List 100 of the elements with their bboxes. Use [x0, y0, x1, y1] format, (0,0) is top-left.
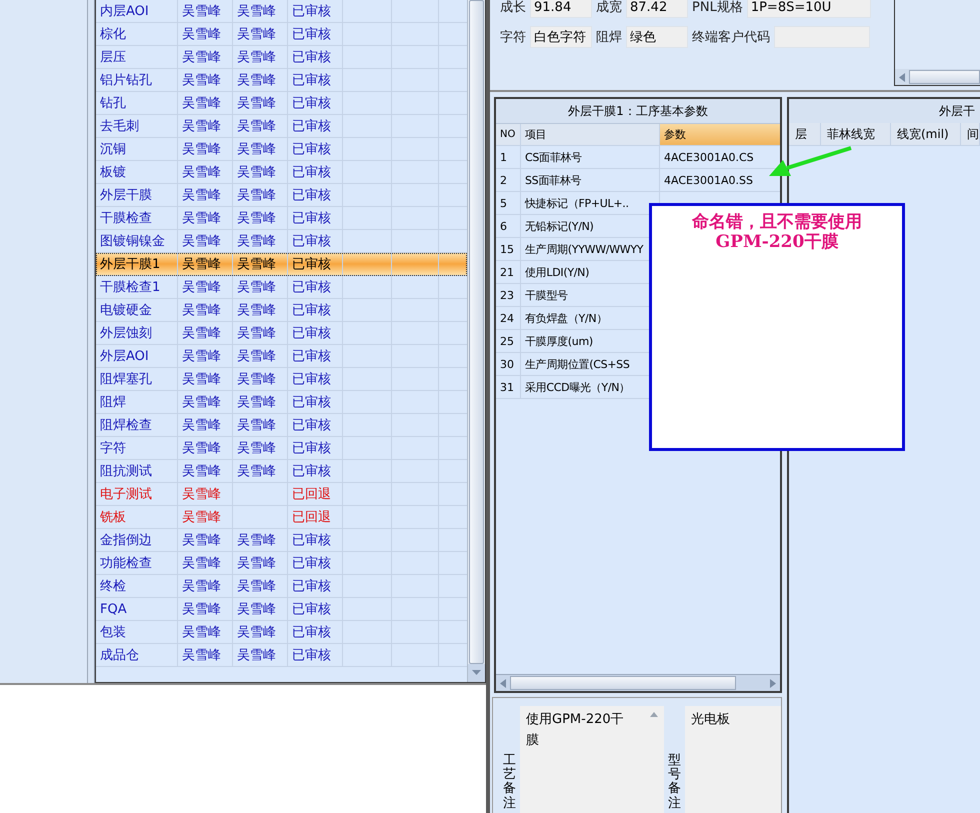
splitter-handle[interactable]	[88, 0, 95, 683]
column-header[interactable]: 间	[961, 123, 980, 145]
scroll-thumb[interactable]	[909, 70, 980, 84]
table-cell: 已审核	[288, 345, 343, 367]
table-row[interactable]: 金指倒边 吴雪峰 吴雪峰 已审核	[96, 529, 467, 552]
table-cell: 外层蚀刻	[96, 322, 178, 344]
table-cell: 吴雪峰	[178, 46, 233, 68]
table-cell: 已审核	[288, 552, 343, 574]
table-cell: 吴雪峰	[178, 299, 233, 321]
table-cell: 21	[496, 261, 521, 283]
table-cell: 已审核	[288, 92, 343, 114]
table-cell: 吴雪峰	[178, 414, 233, 436]
table-cell: 吴雪峰	[233, 299, 288, 321]
table-cell: 外层AOI	[96, 345, 178, 367]
input-field[interactable]: 1P=8S=10U	[746, 0, 871, 18]
table-row[interactable]: 棕化 吴雪峰 吴雪峰 已审核	[96, 23, 467, 46]
table-cell: 外层干膜	[96, 184, 178, 206]
table-cell: 电镀硬金	[96, 299, 178, 321]
table-cell: 已审核	[288, 437, 343, 459]
table-row[interactable]: 外层干膜 吴雪峰 吴雪峰 已审核	[96, 184, 467, 207]
table-cell: 吴雪峰	[233, 207, 288, 229]
table-cell: 吴雪峰	[233, 46, 288, 68]
table-cell: 1	[496, 146, 521, 168]
table-row[interactable]: 层压 吴雪峰 吴雪峰 已审核	[96, 46, 467, 69]
table-cell: 已审核	[288, 230, 343, 252]
table-cell: 吴雪峰	[233, 322, 288, 344]
table-cell: 吴雪峰	[233, 391, 288, 413]
column-header[interactable]: 线宽(mil)	[891, 123, 961, 145]
table-cell: 干膜检查	[96, 207, 178, 229]
scroll-thumb[interactable]	[510, 676, 736, 690]
table-row[interactable]: 阻焊检查 吴雪峰 吴雪峰 已审核	[96, 414, 467, 437]
table-cell: 已审核	[288, 0, 343, 22]
table-cell: 吴雪峰	[233, 368, 288, 390]
table-row[interactable]: 包装 吴雪峰 吴雪峰 已审核	[96, 621, 467, 644]
scrollbar[interactable]	[467, 0, 485, 682]
table-cell: 已回退	[288, 483, 343, 505]
table-row[interactable]: 功能检查 吴雪峰 吴雪峰 已审核	[96, 552, 467, 575]
table-cell: 吴雪峰	[178, 552, 233, 574]
table-row[interactable]: 成品仓 吴雪峰 吴雪峰 已审核	[96, 644, 467, 667]
up-arrow-icon	[650, 712, 658, 717]
scrollbar[interactable]	[496, 674, 780, 691]
table-cell: 吴雪峰	[178, 598, 233, 620]
table-row[interactable]: 字符 吴雪峰 吴雪峰 已审核	[96, 437, 467, 460]
table-row[interactable]: 电镀硬金 吴雪峰 吴雪峰 已审核	[96, 299, 467, 322]
table-row[interactable]: 铝片钻孔 吴雪峰 吴雪峰 已审核	[96, 69, 467, 92]
table-cell: 已审核	[288, 529, 343, 551]
table-cell: 吴雪峰	[178, 575, 233, 597]
table-cell: 已审核	[288, 115, 343, 137]
table-cell: 25	[496, 330, 521, 352]
table-row[interactable]: 铣板 吴雪峰 已回退	[96, 506, 467, 529]
table-cell: 吴雪峰	[178, 345, 233, 367]
table-cell: 吴雪峰	[233, 345, 288, 367]
scroll-down-button[interactable]	[468, 664, 485, 682]
input-field[interactable]: 白色字符	[530, 26, 592, 48]
input-field[interactable]: 87.42	[626, 0, 688, 18]
field-label: 成宽	[596, 0, 622, 16]
column-header[interactable]: 参数	[660, 124, 780, 145]
table-row[interactable]: 钻孔 吴雪峰 吴雪峰 已审核	[96, 92, 467, 115]
table-cell: 吴雪峰	[233, 414, 288, 436]
table-row[interactable]: 干膜检查1 吴雪峰 吴雪峰 已审核	[96, 276, 467, 299]
scroll-thumb[interactable]	[469, 0, 484, 664]
table-row[interactable]: 阻焊 吴雪峰 吴雪峰 已审核	[96, 391, 467, 414]
text-area[interactable]: 使用GPM-220干膜	[520, 706, 664, 813]
table-cell: 阻焊	[96, 391, 178, 413]
table-cell: 阻焊检查	[96, 414, 178, 436]
column-header[interactable]: 层	[789, 123, 821, 145]
table-cell: 已审核	[288, 69, 343, 91]
table-row[interactable]: 干膜检查 吴雪峰 吴雪峰 已审核	[96, 207, 467, 230]
table-cell: 6	[496, 215, 521, 237]
table-row[interactable]: 电子测试 吴雪峰 已回退	[96, 483, 467, 506]
input-field[interactable]: 绿色	[626, 26, 688, 48]
table-row[interactable]: 沉铜 吴雪峰 吴雪峰 已审核	[96, 138, 467, 161]
table-cell: 电子测试	[96, 483, 178, 505]
field-label: 字符	[500, 29, 526, 46]
table-row[interactable]: 外层AOI 吴雪峰 吴雪峰 已审核	[96, 345, 467, 368]
table-cell: 吴雪峰	[178, 276, 233, 298]
table-cell: 已审核	[288, 138, 343, 160]
table-row[interactable]: 阻抗测试 吴雪峰 吴雪峰 已审核	[96, 460, 467, 483]
table-row[interactable]: 去毛刺 吴雪峰 吴雪峰 已审核	[96, 115, 467, 138]
column-header[interactable]: NO	[496, 124, 521, 145]
table-cell: 阻焊塞孔	[96, 368, 178, 390]
column-header[interactable]: 菲林线宽	[821, 123, 891, 145]
table-row[interactable]: 阻焊塞孔 吴雪峰 吴雪峰 已审核	[96, 368, 467, 391]
scrollbar[interactable]	[895, 69, 980, 85]
table-row[interactable]: 外层干膜1 吴雪峰 吴雪峰 已审核	[96, 253, 467, 276]
text-area[interactable]: 光电板	[685, 706, 781, 813]
table-row[interactable]: 内层AOI 吴雪峰 吴雪峰 已审核	[96, 0, 467, 23]
table-cell: 吴雪峰	[233, 529, 288, 551]
panel-title: 外层干膜1：工序基本参数	[496, 99, 780, 124]
input-field[interactable]: 91.84	[530, 0, 592, 18]
table-row[interactable]: 终检 吴雪峰 吴雪峰 已审核	[96, 575, 467, 598]
table-row[interactable]: 外层蚀刻 吴雪峰 吴雪峰 已审核	[96, 322, 467, 345]
table-cell: 吴雪峰	[178, 529, 233, 551]
left-arrow-icon	[899, 72, 905, 82]
table-row[interactable]: FQA 吴雪峰 吴雪峰 已审核	[96, 598, 467, 621]
table-cell: 31	[496, 376, 521, 398]
table-row[interactable]: 板镀 吴雪峰 吴雪峰 已审核	[96, 161, 467, 184]
table-cell: 已审核	[288, 184, 343, 206]
table-cell: 吴雪峰	[178, 230, 233, 252]
table-cell: 23	[496, 284, 521, 306]
